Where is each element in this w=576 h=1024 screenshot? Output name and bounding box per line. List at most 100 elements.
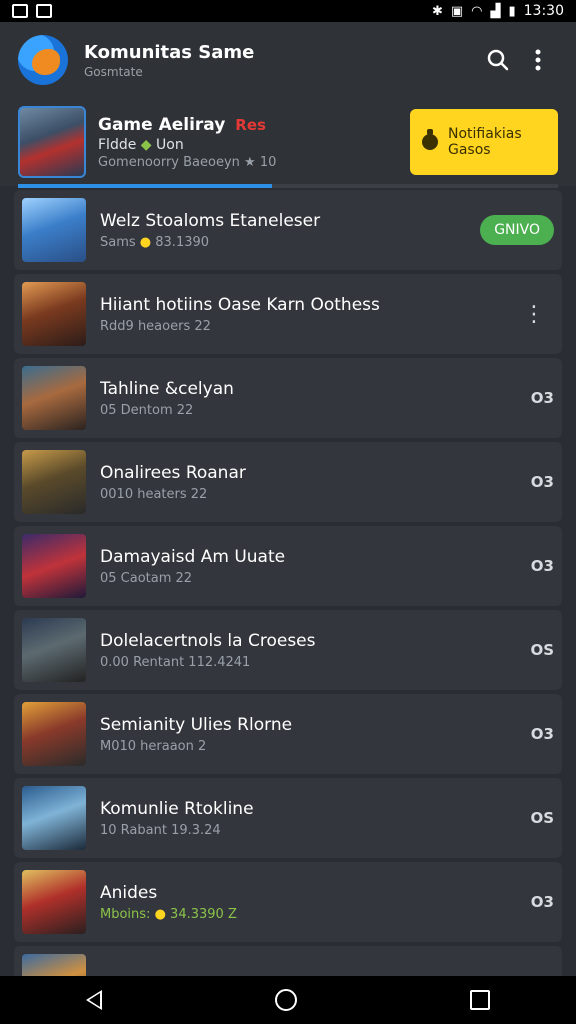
recents-button[interactable] xyxy=(469,990,490,1010)
status-time: 13:30 xyxy=(523,3,564,19)
list-item-info: Semianity Ulies Rlorne M010 heraaon 2 xyxy=(100,715,494,754)
bluetooth-icon: ✱ xyxy=(431,3,443,19)
page-title: Komunitas Same xyxy=(84,41,255,63)
community-logo-icon xyxy=(18,35,68,85)
game-list[interactable]: Welz Stoaloms Etaneleser Sams ● 83.1390 GN… xyxy=(14,190,562,980)
item-action-button[interactable]: OS xyxy=(494,641,554,659)
game-thumbnail xyxy=(22,450,86,514)
back-button[interactable] xyxy=(86,990,103,1010)
list-item-subtitle: 10 Rabant 19.3.24 xyxy=(100,823,494,838)
list-item[interactable]: Hiiant hotiins Oase Karn Oothess Rdd9 hea… xyxy=(14,274,562,354)
list-item-subtitle-text: 05 Dentom 22 xyxy=(100,402,194,418)
list-item-subtitle: 0010 heaters 22 xyxy=(100,487,494,502)
list-item-info: Tahline &celyan 05 Dentom 22 xyxy=(100,379,494,418)
list-item[interactable]: Onalirees Roanar 0010 heaters 22 O3 xyxy=(14,442,562,522)
list-item-title: Tahline &celyan xyxy=(100,378,234,399)
list-item-subtitle-text: 05 Caotam 22 xyxy=(100,570,193,586)
more-vertical-icon xyxy=(535,49,541,71)
list-item-subtitle: 05 Caotam 22 xyxy=(100,571,494,586)
list-item-subtitle-text: M010 heraaon 2 xyxy=(100,738,207,754)
featured-card[interactable]: Game Aeliray Res Fldde ◆ Uon Gomenoorry … xyxy=(0,98,576,186)
app-bar: Komunitas Same Gosmtate xyxy=(0,22,576,98)
bell-icon xyxy=(422,129,438,150)
list-item-info: Komunlie Rtokline 10 Rabant 19.3.24 xyxy=(100,799,494,838)
list-item-subtitle-text: 0.00 Rentant 112.4241 xyxy=(100,654,251,670)
more-options-button[interactable] xyxy=(518,40,558,80)
list-item-subtitle: M010 heraaon 2 xyxy=(100,739,494,754)
list-item-subtitle-text: 0010 heaters 22 xyxy=(100,486,208,502)
download-button[interactable]: GNIVO xyxy=(480,215,554,245)
signal-icon: ▟ xyxy=(490,3,501,19)
list-item-subtitle-text: 10 Rabant 19.3.24 xyxy=(100,822,221,838)
game-thumbnail xyxy=(22,534,86,598)
game-thumbnail xyxy=(22,618,86,682)
featured-subtitle-b: Uon xyxy=(156,136,184,153)
wifi-icon: ◠ xyxy=(471,3,483,19)
status-right: ✱ ▣ ◠ ▟ ▮ 13:30 xyxy=(432,3,564,19)
list-item-title: Komunlie Rtokline xyxy=(100,798,254,819)
list-item-subtitle: Mboins: ● 34.3390 Z xyxy=(100,907,494,922)
featured-subtitle-a: Fldde xyxy=(98,136,137,153)
notifications-label: Notifiakias Gasos xyxy=(448,126,522,158)
list-item[interactable]: Anides Mboins: ● 34.3390 Z O3 xyxy=(14,862,562,942)
list-item-title: Semianity Ulies Rlorne xyxy=(100,714,293,735)
list-item-subtitle-text: Mboins: xyxy=(100,906,151,922)
list-item-info: Dolelacertnols la Croeses 0.00 Rentant 11… xyxy=(100,631,494,670)
system-nav-bar xyxy=(0,976,576,1024)
item-action-button[interactable]: OS xyxy=(494,809,554,827)
list-item-info: Damayaisd Am Uuate 05 Caotam 22 xyxy=(100,547,494,586)
list-item[interactable]: Semianity Ulies Rlorne M010 heraaon 2 O3 xyxy=(14,694,562,774)
game-thumbnail xyxy=(22,786,86,850)
list-item-info: Onalirees Roanar 0010 heaters 22 xyxy=(100,463,494,502)
item-action-button[interactable]: O3 xyxy=(494,725,554,743)
list-item-title: Hiiant hotiins Oase Karn Oothess xyxy=(100,294,380,315)
featured-subtitle: Fldde ◆ Uon xyxy=(98,137,410,153)
list-item[interactable]: Komunlie Rtokline 10 Rabant 19.3.24 OS xyxy=(14,778,562,858)
loading-progress-bar xyxy=(18,184,558,188)
item-action-button[interactable]: O3 xyxy=(494,893,554,911)
list-item[interactable]: Dolelacertnols la Croeses 0.00 Rentant 11… xyxy=(14,610,562,690)
featured-badge: Res xyxy=(235,115,266,134)
list-item-subtitle: 05 Dentom 22 xyxy=(100,403,494,418)
list-item-subtitle-value: 83.1390 xyxy=(155,234,210,250)
list-item[interactable]: Dotin Sollibera MaromeO3 xyxy=(14,946,562,980)
list-item-info: Anides Mboins: ● 34.3390 Z xyxy=(100,883,494,922)
battery-icon: ▮ xyxy=(508,3,516,19)
game-thumbnail xyxy=(22,366,86,430)
list-item-title: Damayaisd Am Uuate xyxy=(100,546,286,567)
game-thumbnail xyxy=(22,870,86,934)
item-more-icon[interactable]: ⋮ xyxy=(514,302,554,327)
featured-info: Game Aeliray Res Fldde ◆ Uon Gomenoorry … xyxy=(98,115,410,170)
list-item-subtitle: Sams ● 83.1390 xyxy=(100,235,480,250)
progress-fill xyxy=(18,184,272,188)
status-bar: ✱ ▣ ◠ ▟ ▮ 13:30 xyxy=(0,0,576,22)
list-item[interactable]: Tahline &celyan 05 Dentom 22 O3 xyxy=(14,358,562,438)
item-action-button[interactable]: O3 xyxy=(494,557,554,575)
status-left xyxy=(12,4,52,18)
game-thumbnail xyxy=(22,282,86,346)
coin-icon: ● xyxy=(135,234,156,250)
page-subtitle: Gosmtate xyxy=(84,64,143,79)
list-item-title: Anides xyxy=(100,882,158,903)
list-item-subtitle-text: Sams xyxy=(100,234,136,250)
game-thumbnail xyxy=(22,702,86,766)
list-item[interactable]: Damayaisd Am Uuate 05 Caotam 22 O3 xyxy=(14,526,562,606)
list-item-subtitle-text: Rdd9 heaoers 22 xyxy=(100,318,211,334)
list-item-subtitle: 0.00 Rentant 112.4241 xyxy=(100,655,494,670)
featured-thumbnail xyxy=(18,106,86,178)
item-action-button[interactable]: O3 xyxy=(494,473,554,491)
leaf-icon: ◆ xyxy=(140,136,152,153)
list-item-subtitle: Rdd9 heaoers 22 xyxy=(100,319,514,334)
featured-title-text: Game Aeliray xyxy=(98,114,226,135)
notifications-button[interactable]: Notifiakias Gasos xyxy=(410,109,558,175)
list-item-title: Onalirees Roanar xyxy=(100,462,246,483)
list-item-info: Welz Stoaloms Etaneleser Sams ● 83.1390 xyxy=(100,211,480,250)
item-action-button[interactable]: O3 xyxy=(494,389,554,407)
list-item-info: Hiiant hotiins Oase Karn Oothess Rdd9 hea… xyxy=(100,295,514,334)
home-button[interactable] xyxy=(274,989,297,1011)
coin-icon: ● xyxy=(150,906,171,922)
gallery-icon xyxy=(12,4,28,18)
list-item-title: Welz Stoaloms Etaneleser xyxy=(100,210,321,231)
search-button[interactable] xyxy=(478,40,518,80)
list-item[interactable]: Welz Stoaloms Etaneleser Sams ● 83.1390 GN… xyxy=(14,190,562,270)
